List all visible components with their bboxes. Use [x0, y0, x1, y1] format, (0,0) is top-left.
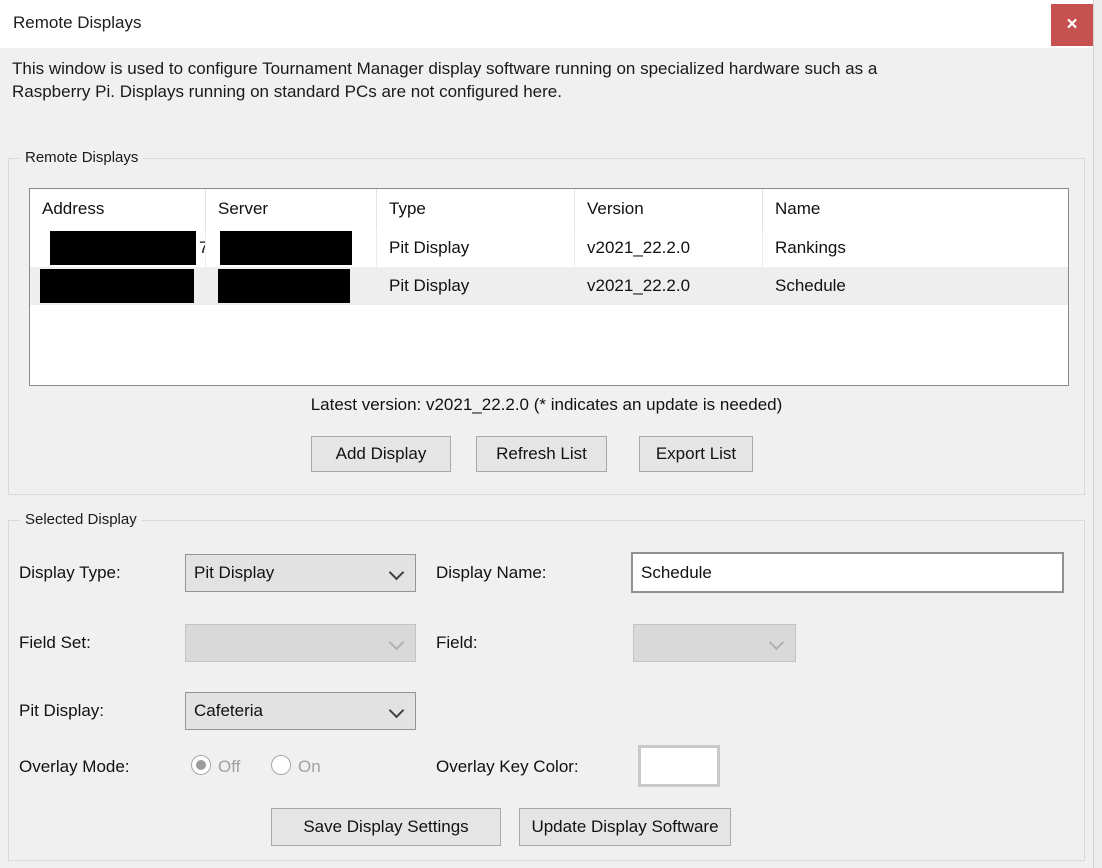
- remote-displays-legend: Remote Displays: [20, 149, 143, 166]
- cell-name: Schedule: [763, 267, 1068, 305]
- pit-display-label: Pit Display:: [19, 701, 104, 721]
- close-icon: ×: [1066, 14, 1077, 36]
- window-title: Remote Displays: [13, 13, 142, 33]
- export-list-button[interactable]: Export List: [639, 436, 753, 472]
- chevron-down-icon: [389, 703, 405, 719]
- field-dropdown-disabled: [633, 624, 796, 662]
- table-header-row: Address Server Type Version Name: [30, 189, 1068, 229]
- title-bar: Remote Displays: [0, 0, 1102, 48]
- display-name-input[interactable]: [631, 552, 1064, 593]
- table-row-selected[interactable]: Pit Display v2021_22.2.0 Schedule: [30, 267, 1068, 305]
- remote-displays-table: Address Server Type Version Name 7 Pit D…: [29, 188, 1069, 386]
- window-right-edge: [1093, 0, 1102, 868]
- field-label: Field:: [436, 633, 478, 653]
- column-header-address[interactable]: Address: [30, 189, 206, 229]
- latest-version-note: Latest version: v2021_22.2.0 (* indicate…: [9, 395, 1084, 415]
- chevron-down-icon: [769, 635, 785, 651]
- table-row[interactable]: 7 Pit Display v2021_22.2.0 Rankings: [30, 229, 1068, 267]
- column-header-version[interactable]: Version: [575, 189, 763, 229]
- add-display-button[interactable]: Add Display: [311, 436, 451, 472]
- cell-server: [206, 229, 377, 267]
- description-line-2: Raspberry Pi. Displays running on standa…: [12, 80, 1087, 103]
- column-header-name[interactable]: Name: [763, 189, 1068, 229]
- overlay-mode-label: Overlay Mode:: [19, 757, 130, 777]
- display-name-label: Display Name:: [436, 563, 547, 583]
- display-type-label: Display Type:: [19, 563, 121, 583]
- redaction-box: [218, 269, 350, 303]
- field-set-dropdown-disabled: [185, 624, 416, 662]
- cell-type: Pit Display: [377, 267, 575, 305]
- overlay-off-radio: [191, 755, 211, 775]
- redaction-box: [220, 231, 352, 265]
- field-set-label: Field Set:: [19, 633, 91, 653]
- cell-name: Rankings: [763, 229, 1068, 267]
- radio-dot-icon: [196, 760, 206, 770]
- redaction-box: [50, 231, 196, 265]
- overlay-on-radio: [271, 755, 291, 775]
- remote-displays-group: Remote Displays Address Server Type Vers…: [8, 158, 1085, 495]
- refresh-list-button[interactable]: Refresh List: [476, 436, 607, 472]
- close-button[interactable]: ×: [1051, 4, 1093, 46]
- save-display-settings-button[interactable]: Save Display Settings: [271, 808, 501, 846]
- pit-display-dropdown[interactable]: Cafeteria: [185, 692, 416, 730]
- column-header-server[interactable]: Server: [206, 189, 377, 229]
- update-display-software-button[interactable]: Update Display Software: [519, 808, 731, 846]
- column-header-type[interactable]: Type: [377, 189, 575, 229]
- overlay-key-color-label: Overlay Key Color:: [436, 757, 579, 777]
- cell-address: 7: [30, 229, 206, 267]
- cell-address: [30, 267, 206, 305]
- overlay-key-color-swatch: [638, 745, 720, 787]
- overlay-on-label: On: [298, 757, 321, 777]
- chevron-down-icon: [389, 635, 405, 651]
- cell-version: v2021_22.2.0: [575, 229, 763, 267]
- chevron-down-icon: [389, 565, 405, 581]
- cell-type: Pit Display: [377, 229, 575, 267]
- remote-displays-dialog: Remote Displays × This window is used to…: [0, 0, 1102, 868]
- description-text: This window is used to configure Tournam…: [12, 57, 1087, 103]
- cell-server: [206, 267, 377, 305]
- description-line-1: This window is used to configure Tournam…: [12, 57, 1087, 80]
- display-type-value: Pit Display: [194, 563, 274, 583]
- cell-version: v2021_22.2.0: [575, 267, 763, 305]
- overlay-off-label: Off: [218, 757, 240, 777]
- display-type-dropdown[interactable]: Pit Display: [185, 554, 416, 592]
- address-visible-suffix: 7: [199, 238, 206, 258]
- pit-display-value: Cafeteria: [194, 701, 263, 721]
- redaction-box: [40, 269, 194, 303]
- selected-display-group: Selected Display Display Type: Pit Displ…: [8, 520, 1085, 861]
- selected-display-legend: Selected Display: [20, 511, 142, 528]
